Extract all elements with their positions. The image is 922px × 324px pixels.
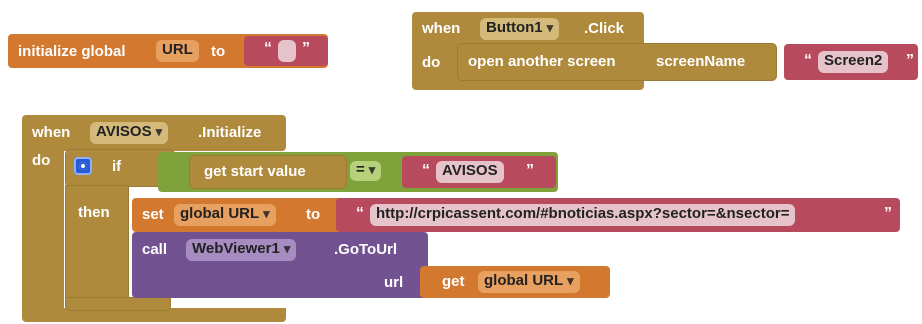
avisos-text-field[interactable]: AVISOS — [436, 161, 504, 183]
mutator-gear-icon[interactable] — [74, 157, 92, 175]
avisos-text-block[interactable]: “ AVISOS ” — [402, 156, 556, 188]
get-global-url-block[interactable]: get global URL — [420, 266, 610, 298]
initialize-bottom-bar — [22, 308, 286, 322]
call-label: call — [142, 241, 168, 258]
screen2-text-block[interactable]: “ Screen2 ” — [784, 44, 918, 80]
quote-open: “ — [422, 162, 430, 179]
button1-component-dropdown[interactable]: Button1 — [480, 18, 560, 40]
url-param-label: url — [384, 274, 404, 291]
initialize-global-block[interactable]: initialize global URL to “ ” — [8, 34, 328, 68]
screen2-text-field[interactable]: Screen2 — [818, 51, 889, 73]
set-global-url-block[interactable]: set global URL to — [132, 198, 342, 232]
then-label: then — [78, 204, 110, 221]
quote-close: ” — [884, 205, 892, 222]
do-label: do — [32, 152, 51, 169]
open-another-screen-label: open another screen — [468, 53, 616, 70]
when-label: when — [422, 20, 461, 37]
do-label: do — [422, 54, 441, 71]
set-label: set — [142, 206, 164, 223]
quote-open: “ — [356, 205, 364, 222]
initialize-event-label: .Initialize — [198, 124, 262, 141]
screen-name-param-label: screenName — [656, 53, 746, 70]
click-event-label: .Click — [584, 20, 625, 37]
quote-close: ” — [526, 162, 534, 179]
get-start-value-label: get start value — [204, 163, 306, 180]
get-label: get — [442, 273, 465, 290]
call-webviewer-gotourl-block[interactable]: call WebViewer1 .GoToUrl url — [132, 232, 428, 298]
when-label: when — [32, 124, 71, 141]
get-variable-dropdown[interactable]: global URL — [478, 271, 580, 293]
if-label: if — [112, 158, 122, 175]
initialize-global-label: initialize global — [18, 43, 126, 60]
gotourl-method-label: .GoToUrl — [334, 241, 398, 258]
compare-operator-dropdown[interactable]: = — [350, 161, 382, 181]
avisos-component-dropdown[interactable]: AVISOS — [90, 122, 169, 144]
compare-block[interactable]: get start value = “ AVISOS ” — [158, 152, 558, 192]
empty-text-block[interactable]: “ ” — [244, 36, 328, 66]
webviewer-component-dropdown[interactable]: WebViewer1 — [186, 239, 297, 261]
if-then-column: then — [66, 186, 128, 304]
quote-open: “ — [264, 40, 272, 57]
if-bottom-bar — [66, 298, 170, 310]
set-to-label: to — [306, 206, 321, 223]
url-text-field[interactable]: http://crpicassent.com/#bnoticias.aspx?s… — [370, 204, 796, 226]
quote-close: ” — [302, 40, 310, 57]
url-text-block[interactable]: “ http://crpicassent.com/#bnoticias.aspx… — [336, 198, 900, 232]
get-start-value-block[interactable]: get start value — [190, 156, 346, 188]
quote-open: “ — [804, 52, 812, 69]
init-to-label: to — [211, 43, 226, 60]
global-var-name-field[interactable]: URL — [156, 40, 199, 62]
initialize-do-column: do — [22, 146, 64, 318]
set-variable-dropdown[interactable]: global URL — [174, 204, 276, 226]
open-another-screen-block[interactable]: open another screen screenName — [458, 44, 776, 80]
empty-text-field[interactable] — [278, 40, 296, 62]
quote-close: ” — [906, 52, 914, 69]
